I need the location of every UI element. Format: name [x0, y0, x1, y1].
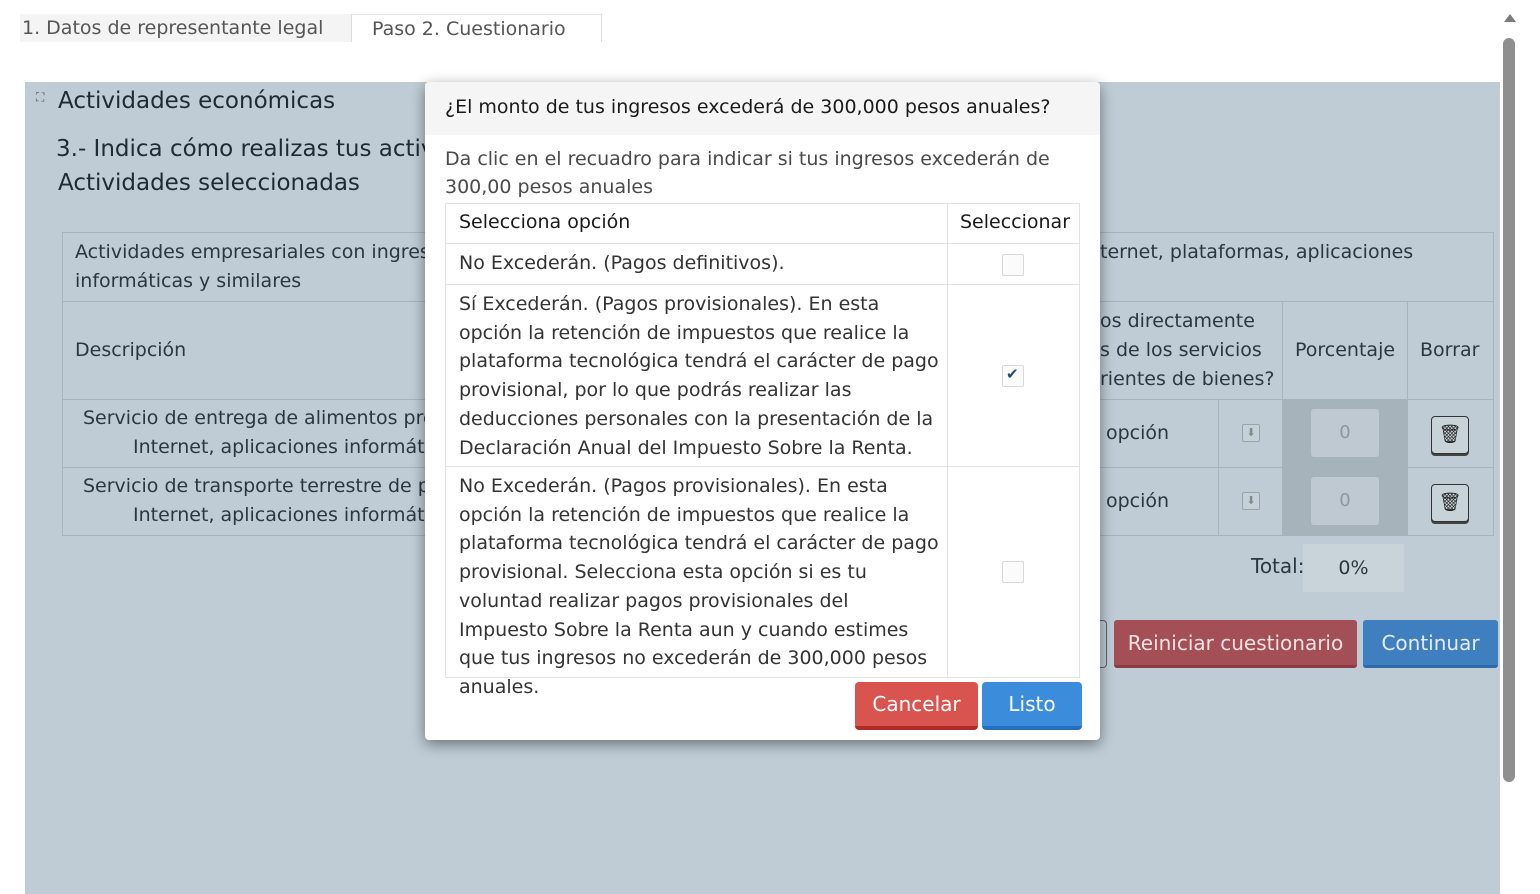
modal-title: ¿El monto de tus ingresos excederá de 30…: [445, 96, 1051, 118]
table-row: Sí Excederán. (Pagos provisionales). En …: [446, 285, 1079, 467]
done-button[interactable]: Listo: [982, 682, 1082, 730]
row-description-line1: Servicio de transporte terrestre de pa: [83, 475, 442, 497]
cancel-button[interactable]: Cancelar: [855, 682, 978, 730]
row-description-line2: Internet, aplicaciones informáti: [133, 436, 430, 458]
total-value: 0%: [1303, 544, 1404, 592]
option-checkbox-exceed-provisional[interactable]: [1002, 365, 1024, 387]
reset-questionnaire-button[interactable]: Reiniciar cuestionario: [1114, 620, 1357, 668]
total-label: Total:: [1251, 554, 1305, 578]
col-direct-line1: os directamente: [1100, 310, 1255, 332]
question-text: 3.- Indica cómo realizas tus activi: [56, 136, 441, 162]
tab-legal-representative[interactable]: 1. Datos de representante legal: [20, 14, 352, 42]
col-direct-line3: rientes de bienes?: [1100, 368, 1275, 390]
trash-icon: 🗑: [1438, 492, 1462, 513]
scroll-up-arrow-icon[interactable]: [1503, 12, 1517, 24]
option-text: No Excederán. (Pagos provisionales). En …: [459, 475, 939, 698]
selected-activities-heading: Actividades seleccionadas: [58, 170, 360, 196]
percentage-input[interactable]: 0: [1311, 477, 1379, 525]
row-description-line2: Internet, aplicaciones informáti: [133, 504, 430, 526]
delete-row-button[interactable]: 🗑: [1431, 484, 1469, 522]
group-header-left: Actividades empresariales con ingreso: [75, 241, 442, 263]
expand-icon[interactable]: ⛶: [36, 90, 44, 105]
dropdown-arrow-icon[interactable]: ⬇: [1242, 492, 1260, 510]
options-table: Selecciona opción Seleccionar No Exceder…: [445, 203, 1080, 698]
option-checkbox-no-exceed-provisional[interactable]: [1002, 561, 1024, 583]
continue-button[interactable]: Continuar: [1363, 620, 1498, 668]
row-description-line1: Servicio de entrega de alimentos pre: [83, 407, 435, 429]
group-header-right: ternet, plataformas, aplicaciones: [1100, 241, 1414, 263]
col-direct-line2: s de los servicios: [1100, 339, 1262, 361]
table-row: No Excederán. (Pagos definitivos).: [446, 244, 1079, 285]
group-header-left-line2: informáticas y similares: [75, 270, 302, 292]
income-modal: ¿El monto de tus ingresos excederá de 30…: [425, 82, 1100, 740]
row-option-select[interactable]: opción: [1106, 419, 1169, 448]
percentage-input[interactable]: 0: [1311, 409, 1379, 457]
step-tabs: 1. Datos de representante legal Paso 2. …: [20, 14, 602, 42]
modal-instruction: Da clic en el recuadro para indicar si t…: [445, 148, 1050, 198]
dropdown-arrow-icon[interactable]: ⬇: [1242, 424, 1260, 442]
col-select-option: Selecciona opción: [459, 211, 631, 233]
option-text: No Excederán. (Pagos definitivos).: [459, 252, 785, 274]
col-percentage: Porcentaje: [1295, 339, 1396, 361]
options-table-header: Selecciona opción Seleccionar: [446, 204, 1079, 244]
modal-header: ¿El monto de tus ingresos excederá de 30…: [425, 82, 1100, 135]
row-option-select[interactable]: opción: [1106, 487, 1169, 516]
col-description: Descripción: [75, 339, 187, 361]
scrollbar-thumb[interactable]: [1503, 38, 1515, 782]
delete-row-button[interactable]: 🗑: [1431, 416, 1469, 454]
tab-questionnaire[interactable]: Paso 2. Cuestionario: [352, 14, 602, 42]
trash-icon: 🗑: [1438, 424, 1462, 445]
col-select: Seleccionar: [960, 211, 1071, 233]
col-delete: Borrar: [1420, 339, 1480, 361]
table-row: No Excederán. (Pagos provisionales). En …: [446, 467, 1079, 698]
option-checkbox-no-exceed-definitive[interactable]: [1002, 254, 1024, 276]
option-text: Sí Excederán. (Pagos provisionales). En …: [459, 293, 939, 459]
section-title: Actividades económicas: [58, 88, 336, 114]
